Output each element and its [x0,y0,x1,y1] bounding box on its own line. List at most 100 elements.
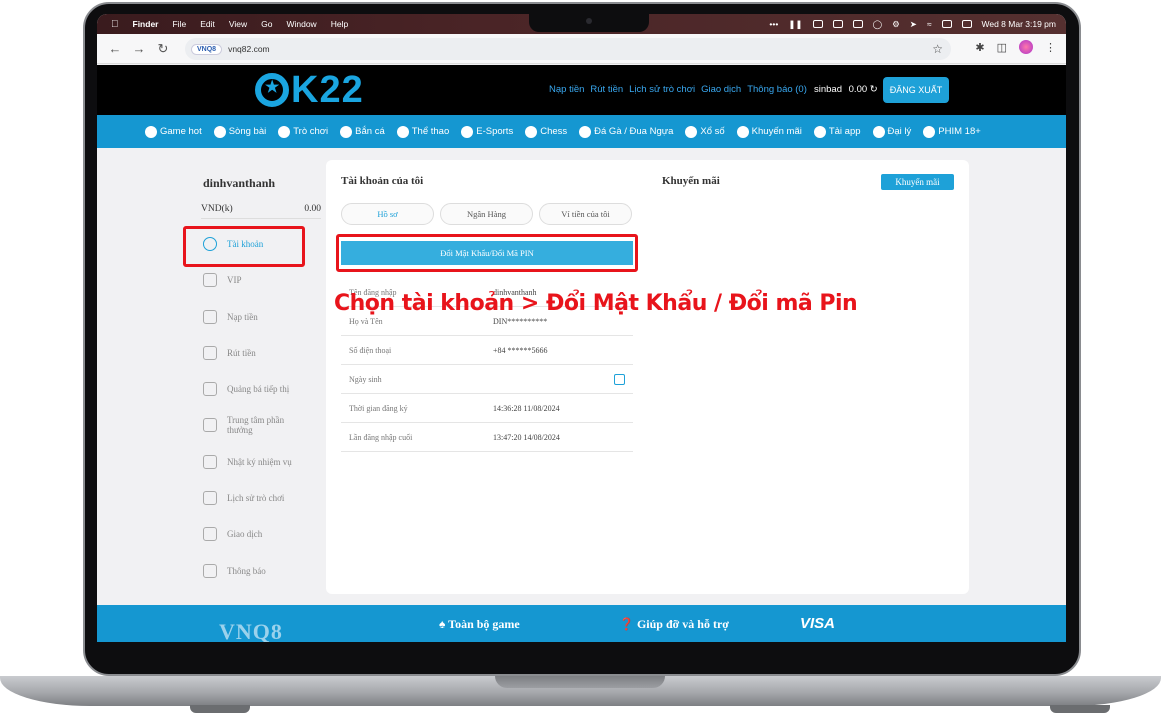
extensions-icon[interactable]: ✱ [975,41,984,54]
edit-birthday-icon[interactable] [614,374,625,385]
nav-item-label: PHIM 18+ [938,126,981,137]
refresh-balance-icon[interactable]: ↻ [870,84,878,95]
laptop-foot-left [190,705,250,713]
menubar-clock[interactable]: Wed 8 Mar 3:19 pm [982,19,1057,29]
nav-item-label: Khuyến mãi [751,126,802,137]
reload-icon[interactable]: ↻ [151,41,175,57]
menu-window[interactable]: Window [286,19,316,29]
nav-item-9[interactable]: Khuyến mãi [736,125,802,138]
nav-item-5[interactable]: E-Sports [461,125,513,138]
sidebar-item-9[interactable]: Thông báo [203,559,297,583]
bookmark-star-icon[interactable]: ☆ [932,42,943,56]
sidebar-item-4[interactable]: Quảng bá tiếp thị [203,377,297,401]
menu-go[interactable]: Go [261,19,272,29]
nav-item-label: Đại lý [887,126,912,137]
more-icon[interactable]: ••• [769,19,778,29]
location-icon[interactable]: ➤ [910,19,917,30]
tab-wallet[interactable]: Ví tiền của tôi [539,203,632,225]
chip-icon [213,125,226,138]
nav-item-label: Bắn cá [355,126,385,137]
mail-icon [203,564,217,578]
content-area: dinhvanthanh VND(k) 0.00 Tài khoản VIP Nạp… [97,148,1066,605]
nav-item-3[interactable]: Bắn cá [340,125,385,138]
nav-item-6[interactable]: Chess [525,125,568,138]
tools-icon[interactable]: ⚙ [892,19,900,30]
address-bar[interactable]: VNQ8 vnq82.com ☆ [185,38,951,60]
header-username: sinbad [814,84,842,95]
sidebar-item-label: Nhật ký nhiệm vụ [227,457,292,467]
url-text[interactable]: vnq82.com [228,44,270,54]
chess-icon [525,125,538,138]
promo-button[interactable]: Khuyến mãi [881,174,954,190]
footer-help[interactable]: ❓ Giúp đỡ và hỗ trợ [619,617,729,632]
header-link-withdraw[interactable]: Rút tiền [590,84,623,95]
footer-all-games-label: Toàn bộ game [448,617,520,631]
header-link-transactions[interactable]: Giao dịch [701,84,741,95]
nav-item-11[interactable]: Đại lý [872,125,912,138]
sidebar-item-label: Thông báo [227,566,266,576]
header-balance: 0.00 [848,84,868,95]
info-row: Lần đăng nhập cuối 13:47:20 14/08/2024 [341,423,633,452]
sidebar-item-8[interactable]: Giao dịch [203,522,297,546]
browser-menu-icon[interactable]: ⋮ [1045,41,1056,54]
deposit-icon [203,310,217,324]
header-user-info: sinbad 0.00 ↻ [814,84,878,95]
info-key: Họ và Tên [349,316,383,326]
nav-item-label: Sòng bài [228,126,267,137]
nav-item-10[interactable]: Tải app [813,125,861,138]
footer-help-label: Giúp đỡ và hỗ trợ [636,617,729,631]
info-key: Lần đăng nhập cuối [349,432,413,442]
profile-avatar[interactable] [1019,40,1033,54]
focus-icon[interactable]: ◯ [873,19,883,30]
account-title: Tài khoản của tôi [341,175,424,187]
footer-all-games[interactable]: ♠ Toàn bộ game [439,617,520,632]
apple-icon[interactable]:  [111,19,119,30]
reward-icon [203,418,217,432]
sidebar-item-label: Nạp tiền [227,312,258,322]
sidebar-item-1[interactable]: VIP [203,268,297,292]
tab-bank[interactable]: Ngân Hàng [440,203,533,225]
nav-item-7[interactable]: Đá Gà / Đua Ngựa [579,125,673,138]
display-icon[interactable] [832,20,843,28]
control-center-icon[interactable] [961,20,972,28]
calendar-icon[interactable] [852,20,863,28]
tab-profile[interactable]: Hồ sơ [341,203,434,225]
header-link-notifications[interactable]: Thông báo (0) [747,84,807,95]
sidebar-item-5[interactable]: Trung tâm phần thưởng [203,413,297,437]
sidebar-item-3[interactable]: Rút tiền [203,341,297,365]
menu-app-name[interactable]: Finder [133,19,159,29]
battery-icon[interactable] [812,20,823,28]
nav-item-1[interactable]: Sòng bài [213,125,267,138]
forward-icon[interactable]: → [127,41,151,56]
header-link-history[interactable]: Lịch sử trò chơi [629,84,695,95]
menu-file[interactable]: File [172,19,186,29]
sidebar-item-7[interactable]: Lịch sử trò chơi [203,486,297,510]
pause-icon[interactable]: ❚❚ [788,19,802,30]
wifi-icon[interactable]: ≈ [927,19,932,29]
screen-mirror-icon[interactable] [941,20,952,28]
site-logo[interactable]: K22 [255,69,364,111]
transaction-icon [203,527,217,541]
sidebar-item-2[interactable]: Nạp tiền [203,305,297,329]
back-icon[interactable]: ← [103,41,127,56]
menu-view[interactable]: View [229,19,247,29]
sidebar-currency: VND(k) [201,204,233,214]
menu-help[interactable]: Help [331,19,348,29]
nav-item-0[interactable]: Game hot [145,125,202,138]
camera-notch [529,14,649,32]
info-value: DIN********** [493,316,548,326]
nav-item-8[interactable]: Xổ số [685,125,725,138]
info-value: +84 ******5666 [493,345,548,355]
nav-item-12[interactable]: PHIM 18+ [923,125,981,138]
main-nav: Game hot Sòng bài Trò chơi Bắn cá Thể thao E-… [97,115,1066,148]
logout-button[interactable]: ĐĂNG XUẤT [883,77,949,103]
menu-edit[interactable]: Edit [200,19,215,29]
header-links: Nạp tiền Rút tiền Lịch sử trò chơi Giao … [549,84,807,95]
nav-item-2[interactable]: Trò chơi [278,125,328,138]
header-link-deposit[interactable]: Nạp tiền [549,84,584,95]
sidebar-item-6[interactable]: Nhật ký nhiệm vụ [203,450,297,474]
nav-item-label: Chess [540,126,568,137]
nav-item-4[interactable]: Thể thao [396,125,449,138]
sidebar-balance: 0.00 [304,204,321,214]
sidepanel-icon[interactable]: ◫ [997,41,1007,54]
